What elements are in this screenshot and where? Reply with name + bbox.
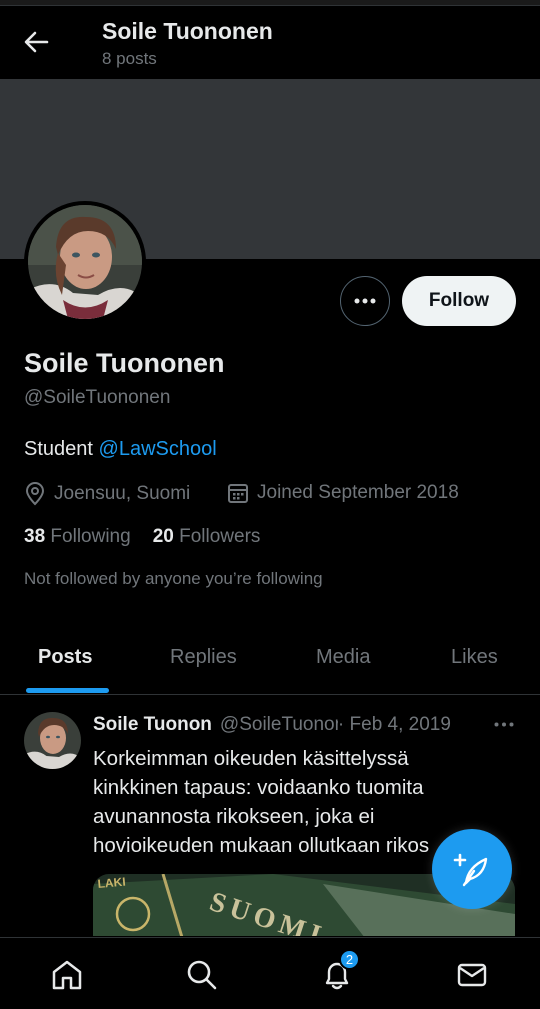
location-pin-icon: [25, 482, 45, 506]
follow-button[interactable]: Follow: [402, 276, 516, 326]
post-more-button[interactable]: [490, 714, 518, 734]
notification-badge: 2: [339, 949, 360, 970]
followers-count: 20: [152, 526, 174, 547]
more-options-button[interactable]: [340, 276, 390, 326]
arrow-left-icon: [24, 31, 49, 53]
post-avatar[interactable]: [24, 712, 81, 769]
more-dots-icon: [354, 298, 376, 304]
post-date[interactable]: · Feb 4, 2019: [338, 714, 451, 736]
post-author-name[interactable]: Soile Tuonon: [93, 714, 212, 736]
avatar-image: [28, 205, 142, 319]
post-header: Soile Tuonon @SoileTuononen · Feb 4, 201…: [93, 714, 525, 736]
compose-feather-icon: [453, 853, 488, 887]
nav-notifications[interactable]: 2: [317, 949, 360, 995]
header-title: Soile Tuononen: [102, 18, 273, 44]
header-post-count: 8 posts: [102, 49, 157, 68]
home-icon: [52, 960, 82, 990]
post-text-line: kinkkinen tapaus: voidaanko tuomita: [93, 776, 424, 799]
messages-icon: [457, 963, 487, 987]
compose-post-button[interactable]: [432, 829, 512, 909]
bottom-navigation: 2: [0, 937, 540, 1009]
bio-text: Student: [24, 438, 99, 460]
followers-link[interactable]: 20 Followers: [153, 526, 261, 547]
more-dots-icon: [494, 722, 514, 726]
active-tab-indicator: [26, 688, 109, 693]
profile-joined: Joined September 2018: [227, 482, 459, 504]
profile-tabs: Posts Replies Media Likes: [0, 620, 540, 695]
profile-bio: Student @LawSchool: [24, 438, 217, 461]
tab-likes[interactable]: Likes: [451, 646, 498, 669]
tab-posts[interactable]: Posts: [38, 646, 92, 669]
profile-avatar[interactable]: [24, 201, 146, 323]
follow-counts: 38 Following 20 Followers: [24, 526, 260, 548]
nav-home[interactable]: [47, 955, 87, 995]
following-link[interactable]: 38 Following: [24, 526, 131, 547]
profile-name: Soile Tuononen: [24, 348, 225, 378]
back-button[interactable]: [16, 24, 56, 60]
following-count: 38: [24, 526, 46, 547]
post-text-line: avunannosta rikokseen, joka ei: [93, 805, 375, 828]
post-author-handle[interactable]: @SoileTuononen: [220, 714, 338, 736]
profile-header-bar: Soile Tuononen 8 posts: [0, 6, 540, 79]
bio-mention-link[interactable]: @LawSchool: [99, 438, 217, 460]
followers-label: Followers: [179, 526, 261, 547]
profile-handle: @SoileTuononen: [24, 387, 171, 408]
tab-replies[interactable]: Replies: [170, 646, 237, 669]
nav-messages[interactable]: [452, 955, 492, 995]
profile-location: Joensuu, Suomi: [24, 482, 190, 506]
location-text: Joensuu, Suomi: [54, 483, 191, 504]
search-icon: [187, 960, 217, 990]
nav-search[interactable]: [182, 955, 222, 995]
following-label: Following: [50, 526, 131, 547]
mutual-followers-note: Not followed by anyone you’re following: [24, 569, 323, 588]
post-text-line: Korkeimman oikeuden käsittelyssä: [93, 747, 409, 770]
calendar-icon: [228, 484, 248, 503]
media-small-text: LAKI: [97, 875, 126, 891]
tab-media[interactable]: Media: [316, 646, 370, 669]
joined-text: Joined September 2018: [257, 482, 459, 503]
